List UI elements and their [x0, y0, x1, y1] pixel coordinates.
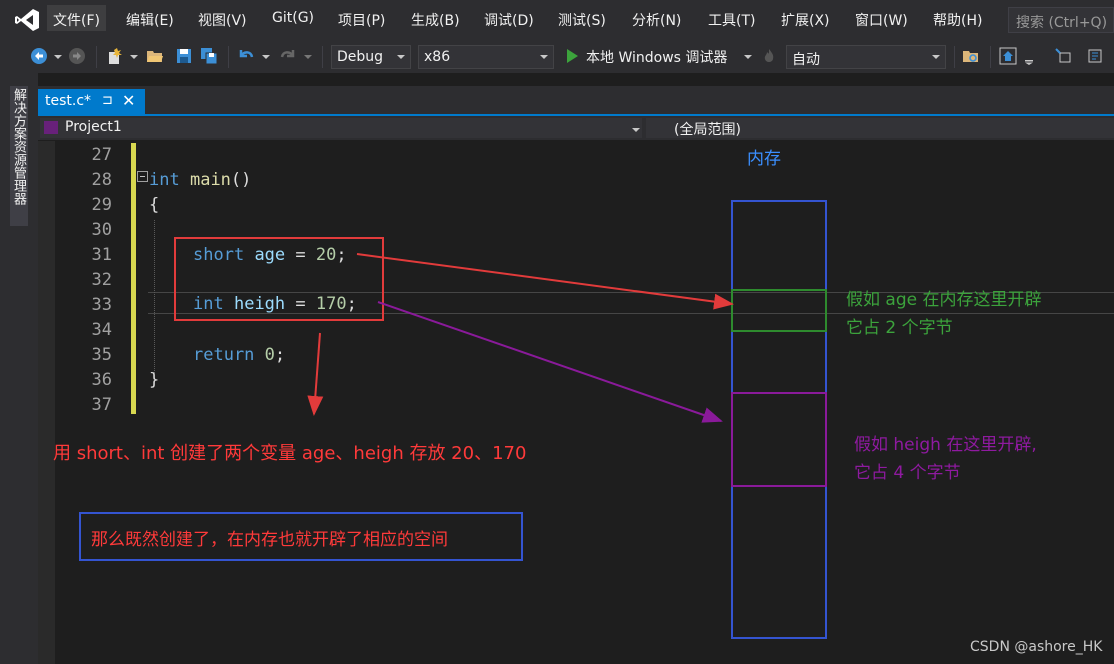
down-arrow	[307, 332, 324, 416]
heigh-arrow	[377, 301, 723, 423]
watermark: CSDN @ashore_HK	[970, 639, 1103, 655]
age-arrow	[356, 253, 734, 310]
annotation-arrows	[307, 253, 734, 423]
